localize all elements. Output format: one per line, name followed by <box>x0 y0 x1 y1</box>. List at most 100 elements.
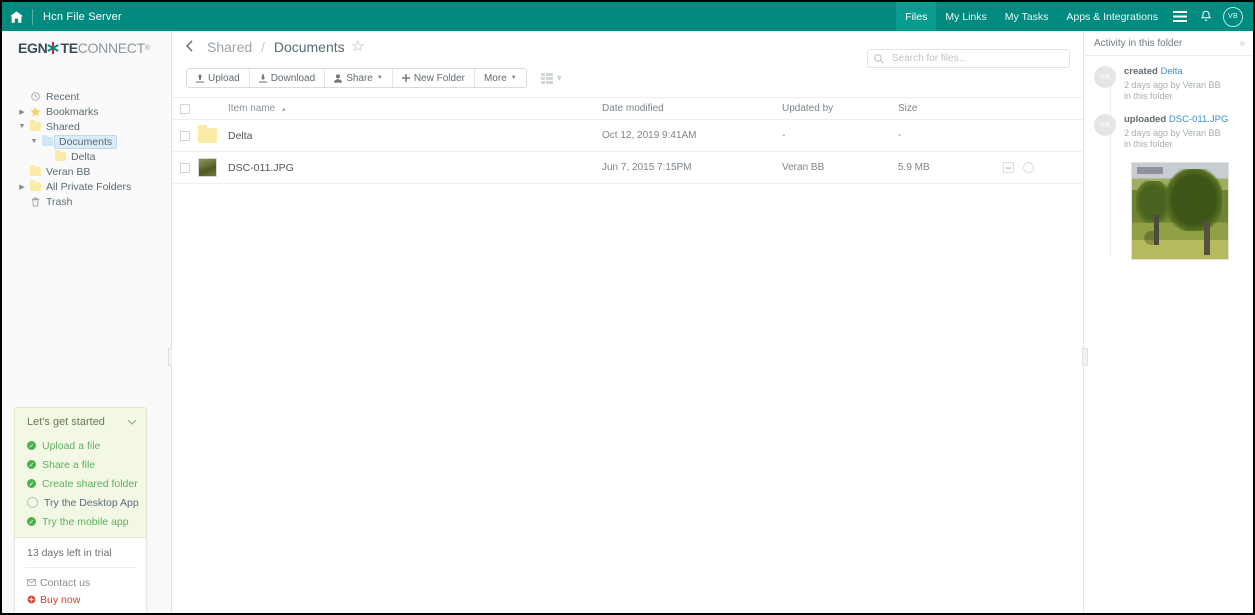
tree-item-bookmarks[interactable]: ▶ Bookmarks <box>2 104 171 119</box>
get-started-item-try-the-desktop-app[interactable]: Try the Desktop App <box>15 493 146 512</box>
top-nav-right: Files My Links My Tasks Apps & Integrati… <box>896 2 1253 31</box>
person-icon <box>334 73 343 83</box>
note-icon[interactable]: ▬ <box>1003 162 1014 173</box>
row-checkbox[interactable] <box>172 162 198 173</box>
row-size: - <box>898 130 902 141</box>
activity-target-link[interactable]: DSC-011.JPG <box>1169 114 1228 125</box>
contact-us-label: Contact us <box>40 576 91 589</box>
bell-icon[interactable] <box>1193 2 1219 31</box>
upload-button[interactable]: Upload <box>187 69 250 87</box>
share-label: Share <box>346 72 373 84</box>
tree-item-trash[interactable]: Trash <box>2 194 171 209</box>
select-all-checkbox[interactable] <box>172 103 198 114</box>
get-started-item-label: Try the Desktop App <box>44 496 139 509</box>
get-started-title: Let's get started <box>27 416 105 428</box>
breadcrumb-parent[interactable]: Shared <box>207 39 252 55</box>
nav-files[interactable]: Files <box>896 2 937 31</box>
starburst-icon <box>47 41 60 55</box>
tree-item-label: Trash <box>46 195 73 208</box>
chevron-down-icon[interactable]: ▼ <box>16 123 28 130</box>
top-navigation-bar: Hcn File Server Files My Links My Tasks … <box>2 2 1253 31</box>
new-folder-button[interactable]: New Folder <box>392 69 475 87</box>
activity-item-text: created Delta 2 days ago by Veran BB in … <box>1124 66 1228 102</box>
activity-item-meta: 2 days ago by Veran BB in this folder <box>1124 128 1221 149</box>
chevron-right-icon[interactable]: ▶ <box>16 108 28 116</box>
get-started-item-label: Upload a file <box>42 439 101 452</box>
search-icon <box>868 53 890 64</box>
check-icon: ✓ <box>27 479 36 488</box>
nav-my-tasks[interactable]: My Tasks <box>996 2 1058 31</box>
get-started-item-upload-a-file[interactable]: ✓ Upload a file <box>15 436 146 455</box>
tree-item-documents[interactable]: ▼ Documents <box>2 134 171 149</box>
tree-item-label: Shared <box>46 120 80 133</box>
caret-down-icon: ▾ <box>556 72 562 84</box>
get-started-item-create-shared-folder[interactable]: ✓ Create shared folder <box>15 474 146 493</box>
comment-count-icon[interactable] <box>1023 162 1034 173</box>
row-item-name[interactable]: DSC-011.JPG <box>228 162 602 174</box>
search-container <box>867 49 1070 68</box>
header-divider <box>32 8 33 25</box>
folder-icon <box>28 120 43 131</box>
column-label: Item name <box>228 103 276 114</box>
search-box[interactable] <box>867 49 1070 68</box>
download-label: Download <box>270 72 316 84</box>
folder-tree: Recent ▶ Bookmarks ▼ Shared ▼ Documents <box>2 89 171 209</box>
upload-icon <box>196 73 204 83</box>
download-button[interactable]: Download <box>249 69 326 87</box>
back-button[interactable] <box>185 39 193 55</box>
tree-item-label: Documents <box>54 134 118 149</box>
nav-apps-integrations[interactable]: Apps & Integrations <box>1057 2 1167 31</box>
chevron-down-icon[interactable] <box>127 417 137 427</box>
column-header-updated-by[interactable]: Updated by <box>782 103 898 114</box>
table-row[interactable]: Delta Oct 12, 2019 9:41AM - - <box>172 120 1083 152</box>
activity-item: VB created Delta 2 days ago by Veran BB … <box>1084 66 1253 102</box>
cart-icon <box>27 595 40 604</box>
activity-list: VB created Delta 2 days ago by Veran BB … <box>1084 56 1253 260</box>
column-header-size[interactable]: Size <box>898 103 1003 114</box>
share-button[interactable]: Share ▼ <box>325 69 393 87</box>
table-row[interactable]: DSC-011.JPG Jun 7, 2015 7:15PM Veran BB … <box>172 152 1083 184</box>
bollard-shape <box>1204 221 1210 255</box>
get-started-item-share-a-file[interactable]: ✓ Share a file <box>15 455 146 474</box>
chevron-right-icon[interactable]: ▶ <box>16 183 28 191</box>
bollard-shape <box>1154 215 1159 245</box>
favorite-star-icon[interactable] <box>351 39 364 55</box>
avatar[interactable]: VB <box>1223 6 1243 27</box>
collapse-panel-icon[interactable]: » <box>1239 38 1245 49</box>
tree-item-label: Bookmarks <box>46 105 99 118</box>
search-input[interactable] <box>890 52 1059 65</box>
get-started-item-try-the-mobile-app[interactable]: ✓ Try the mobile app <box>15 512 146 531</box>
activity-image-preview[interactable] <box>1131 162 1229 260</box>
buy-now-label: Buy now <box>40 593 81 606</box>
get-started-header[interactable]: Let's get started <box>15 416 146 436</box>
column-header-date-modified[interactable]: Date modified <box>602 103 782 114</box>
buy-now-link[interactable]: Buy now <box>15 591 146 608</box>
home-icon[interactable] <box>2 10 30 23</box>
tree-item-delta[interactable]: Delta <box>2 149 171 164</box>
tree-item-all-private-folders[interactable]: ▶ All Private Folders <box>2 179 171 194</box>
star-icon <box>28 106 43 117</box>
tree-item-veran-bb[interactable]: Veran BB <box>2 164 171 179</box>
activity-target-link[interactable]: Delta <box>1160 66 1182 77</box>
view-toggle[interactable]: ▾ <box>540 72 562 84</box>
folder-icon <box>53 150 68 161</box>
tree-item-recent[interactable]: Recent <box>2 89 171 104</box>
contact-us-link[interactable]: Contact us <box>15 574 146 591</box>
breadcrumb-separator: / <box>261 39 265 55</box>
row-checkbox[interactable] <box>172 130 198 141</box>
tree-item-label: All Private Folders <box>46 180 132 193</box>
tree-item-label: Veran BB <box>46 165 91 178</box>
activity-splitter-handle[interactable] <box>1082 348 1088 366</box>
hamburger-icon[interactable] <box>1167 2 1193 31</box>
chevron-down-icon[interactable]: ▼ <box>28 138 40 145</box>
row-item-name[interactable]: Delta <box>228 130 602 142</box>
clock-icon <box>28 92 43 101</box>
server-title: Hcn File Server <box>43 10 122 23</box>
more-button[interactable]: More ▼ <box>474 69 526 87</box>
logo-part-egn: EGN <box>18 40 48 56</box>
nav-my-links[interactable]: My Links <box>936 2 995 31</box>
tree-item-shared[interactable]: ▼ Shared <box>2 119 171 134</box>
sort-ascending-icon: ▴ <box>282 106 286 113</box>
column-header-item-name[interactable]: Item name ▴ <box>228 103 602 114</box>
new-folder-label: New Folder <box>413 72 465 84</box>
